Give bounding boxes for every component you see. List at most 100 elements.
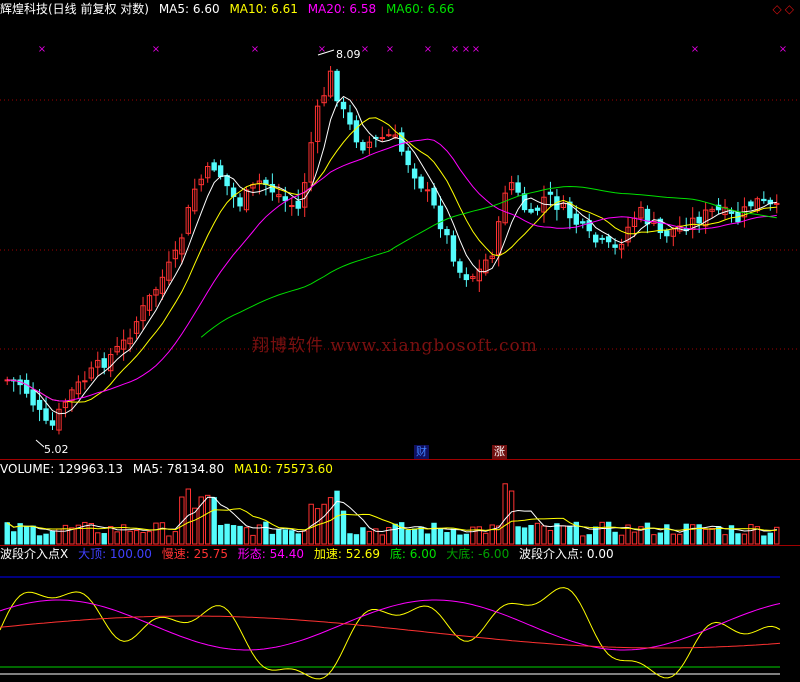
volume-bar — [166, 535, 172, 545]
candle-body — [547, 191, 554, 195]
indicator-lines — [0, 576, 781, 680]
volume-divider — [0, 459, 800, 460]
volume-bar — [49, 530, 56, 545]
candle-body — [289, 205, 295, 208]
candle-body — [431, 187, 437, 206]
event-cai-tag[interactable]: 财 — [414, 445, 429, 459]
indicator-bottom-label: 底: 6.00 — [389, 547, 437, 561]
candle-body — [580, 221, 586, 224]
volume-bar — [250, 534, 256, 545]
moving-average-lines — [7, 95, 777, 415]
volume-bar — [4, 522, 10, 545]
ma60-line — [200, 185, 777, 338]
indicator-name: 波段介入点X — [0, 547, 69, 561]
volume-bar — [146, 531, 153, 545]
indicator-header: 波段介入点X 大顶: 100.00 慢速: 25.75 形态: 54.40 加速… — [0, 546, 620, 562]
shape-line — [0, 599, 781, 651]
candle-body — [347, 112, 353, 125]
volume-bar — [702, 528, 709, 545]
volume-bar — [153, 522, 159, 545]
volume-bar — [683, 523, 689, 545]
volume-bar — [211, 497, 217, 545]
volume-bar — [302, 530, 308, 545]
candle-body — [748, 201, 754, 207]
volume-bar — [547, 529, 554, 545]
candle-body — [224, 175, 230, 187]
top-marker-x: × — [691, 44, 699, 55]
top-marker-x: × — [424, 44, 432, 55]
event-zhang-tag[interactable]: 涨 — [492, 445, 507, 459]
volume-bar — [631, 531, 638, 545]
ma5-line — [7, 95, 777, 415]
candle-body — [573, 213, 579, 225]
volume-bar — [11, 531, 17, 545]
volume-bar — [696, 524, 702, 545]
slow-line — [0, 615, 781, 649]
candle-body — [515, 182, 521, 193]
volume-bar — [677, 533, 683, 545]
candle-body — [534, 207, 541, 211]
indicator-shape-label: 形态: 54.40 — [237, 547, 305, 561]
volume-bar — [670, 533, 676, 545]
volume-bar — [88, 522, 94, 545]
candle-body — [82, 380, 88, 383]
volume-bar — [418, 526, 424, 545]
candle-body — [424, 189, 431, 192]
volume-bar — [295, 533, 301, 545]
candle-body — [444, 229, 450, 236]
top-marker-x: × — [779, 44, 787, 55]
volume-bar — [748, 524, 754, 545]
volume-bar — [263, 521, 269, 545]
volume-bar — [741, 533, 748, 545]
volume-bar — [411, 528, 418, 545]
top-marker-x: × — [472, 44, 480, 55]
watermark: 翔博软件 www.xiangbosoft.com — [252, 336, 538, 356]
volume-bar — [483, 532, 489, 545]
candle-body — [696, 216, 702, 224]
volume-bar — [321, 503, 327, 545]
volume-bar — [276, 528, 282, 545]
volume-bar — [457, 534, 463, 545]
corner-diamond-icons[interactable]: ◇◇ — [773, 2, 797, 16]
candle-body — [605, 236, 612, 243]
volume-bar — [502, 483, 508, 545]
ma60-label: MA60: 6.66 — [385, 2, 455, 16]
volume-bar — [399, 522, 405, 545]
volume-bar — [405, 529, 411, 545]
volume-bar — [237, 525, 243, 545]
volume-bar — [767, 532, 773, 545]
volume-label: VOLUME: 129963.13 — [0, 462, 123, 476]
volume-bar — [605, 521, 612, 545]
top-marker-x: × — [38, 44, 46, 55]
candle-body — [386, 134, 392, 137]
candle-body — [728, 211, 735, 214]
candle-body — [450, 235, 457, 262]
top-marker-x: × — [451, 44, 459, 55]
high-label: 8.09 — [336, 48, 361, 61]
candle-body — [379, 137, 386, 140]
indicator-big-bottom-label: 大底: -6.00 — [446, 547, 510, 561]
candle-body — [282, 196, 289, 202]
volume-bars — [4, 483, 780, 545]
volume-bar — [534, 522, 541, 545]
price-annotations: 8.09 5.02 — [35, 48, 361, 456]
low-label: 5.02 — [44, 443, 69, 456]
volume-header: VOLUME: 129963.13 MA5: 78134.80 MA10: 75… — [0, 461, 339, 477]
volume-ma10-label: MA10: 75573.60 — [233, 462, 333, 476]
volume-bar — [515, 526, 521, 545]
volume-bar — [424, 533, 431, 545]
candle-body — [599, 237, 605, 240]
volume-bar — [43, 533, 49, 545]
candle-body — [101, 358, 107, 368]
accel-line — [0, 587, 781, 680]
volume-bar — [353, 534, 360, 545]
volume-bar — [282, 529, 289, 545]
volume-bar — [761, 535, 767, 545]
candle-body — [237, 197, 243, 207]
volume-bar — [489, 524, 495, 545]
price-header: 辉煌科技(日线 前复权 对数) MA5: 6.60 MA10: 6.61 MA2… — [0, 1, 460, 17]
volume-bar — [133, 530, 140, 545]
volume-bar — [715, 526, 722, 545]
top-marker-x: × — [152, 44, 160, 55]
volume-bar — [36, 535, 43, 545]
